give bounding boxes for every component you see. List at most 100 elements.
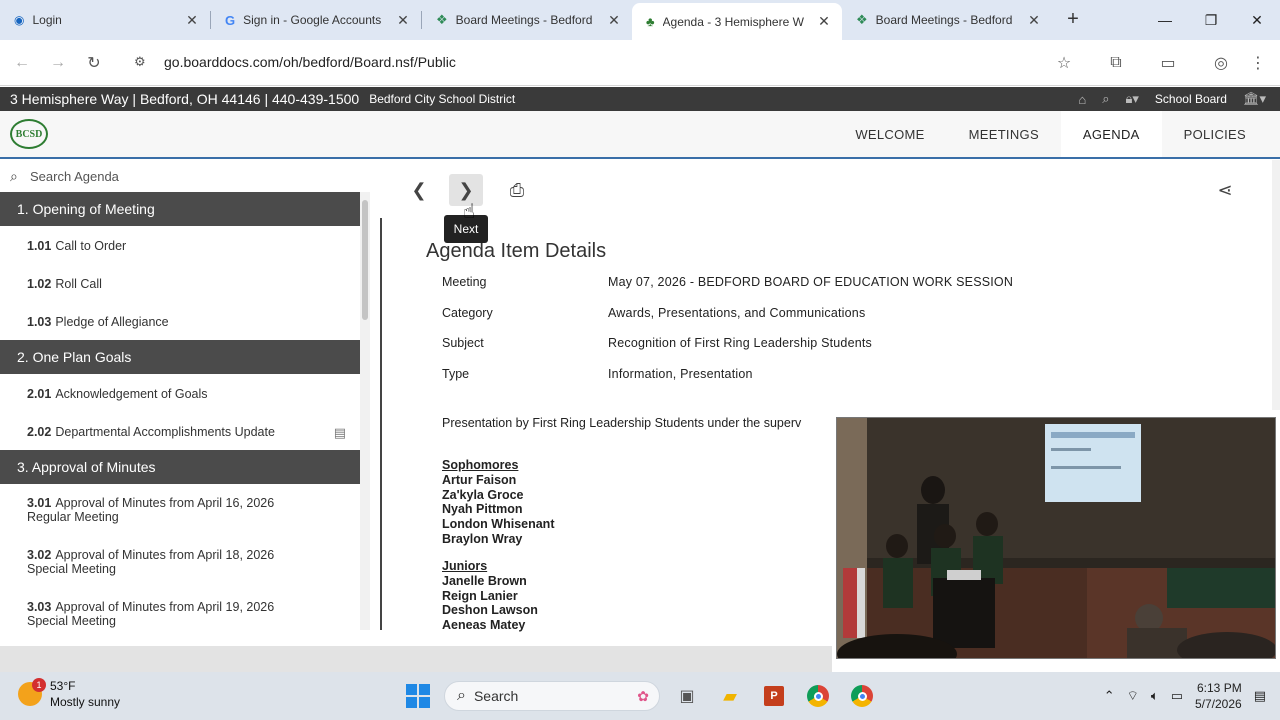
file-explorer-icon[interactable]: ▰ (716, 682, 744, 710)
browser-tab-strip: ◉ Login ✕ G Sign in - Google Accounts ✕ … (0, 0, 1280, 40)
agenda-category-2[interactable]: 2. One Plan Goals (0, 340, 360, 374)
nav-meetings[interactable]: MEETINGS (947, 111, 1061, 157)
search-agenda-input[interactable]: Search Agenda (30, 169, 119, 184)
cast-icon[interactable]: ▭ (1150, 45, 1186, 81)
nav-welcome[interactable]: WELCOME (833, 111, 946, 157)
tab-google-signin[interactable]: G Sign in - Google Accounts ✕ (211, 3, 421, 37)
search-icon: ⌕ (457, 687, 466, 704)
agenda-category-1[interactable]: 1. Opening of Meeting (0, 192, 360, 226)
tab-close-icon[interactable]: ✕ (184, 12, 200, 29)
student-name: Janelle Brown (442, 573, 527, 588)
profile-icon[interactable]: ◎ (1203, 45, 1239, 81)
close-window-icon[interactable]: ✕ (1234, 0, 1280, 40)
agenda-item-2-01[interactable]: 2.01 Acknowledgement of Goals (0, 374, 360, 412)
address-bar[interactable]: ⚙ go.boarddocs.com/oh/bedford/Board.nsf/… (122, 45, 1082, 79)
task-view-icon[interactable]: ▣ (673, 682, 701, 710)
home-icon[interactable]: ⌂ (1078, 92, 1086, 107)
meeting-video-feed[interactable] (836, 417, 1276, 659)
search-highlight-icon: ✿ (637, 687, 649, 704)
agenda-item-3-02[interactable]: 3.02 Approval of Minutes from April 18, 2… (0, 536, 360, 588)
lock-icon[interactable]: 🔒︎▾ (1125, 91, 1138, 107)
boarddocs-favicon-icon: ❖ (856, 12, 868, 27)
agenda-item-1-01[interactable]: 1.01 Call to Order (0, 226, 360, 264)
notifications-icon[interactable]: ▤ (1254, 688, 1266, 704)
site-info-icon[interactable]: ⚙ (134, 54, 156, 70)
search-icon[interactable]: ⌕ (1102, 91, 1109, 107)
bookmark-star-icon[interactable]: ☆ (1046, 45, 1082, 81)
chevron-up-icon[interactable]: ⌃ (1104, 688, 1115, 704)
content-bottom-bar (0, 646, 832, 672)
nav-agenda[interactable]: AGENDA (1060, 111, 1162, 157)
sophomores-list: Sophomores Artur Faison Za'kyla Groce Ny… (442, 458, 554, 547)
building-icon[interactable]: 🏛︎▾ (1243, 91, 1266, 107)
tab-agenda[interactable]: ♣ Agenda - 3 Hemisphere W ✕ (632, 3, 842, 40)
student-name: London Whisenant (442, 517, 555, 532)
tab-title: Sign in - Google Accounts (243, 13, 382, 27)
detail-meeting: Meeting May 07, 2026 - BEDFORD BOARD OF … (442, 275, 1014, 289)
volume-icon[interactable]: 🔈︎ (1151, 688, 1159, 704)
student-name: Aeneas Matey (442, 618, 526, 633)
agenda-item-3-01[interactable]: 3.01 Approval of Minutes from April 16, 2… (0, 484, 360, 536)
detail-subject: Subject Recognition of First Ring Leader… (442, 336, 873, 350)
school-board-label[interactable]: School Board (1155, 92, 1227, 106)
attachment-document-icon: ▤ (333, 425, 346, 440)
detail-type: Type Information, Presentation (442, 367, 753, 381)
site-info-bar: 3 Hemisphere Way | Bedford, OH 44146 | 4… (0, 87, 1280, 111)
content-scrollbar[interactable] (1272, 160, 1280, 410)
agenda-category-3[interactable]: 3. Approval of Minutes (0, 450, 360, 484)
battery-icon[interactable]: ▭ (1171, 688, 1183, 704)
nav-policies[interactable]: POLICIES (1162, 111, 1268, 157)
weather-temperature: 53°F (50, 679, 76, 693)
tab-close-icon[interactable]: ✕ (1026, 12, 1042, 29)
previous-item-button[interactable]: ❮ (402, 174, 436, 206)
tab-board-meetings[interactable]: ❖ Board Meetings - Bedford ✕ (422, 3, 632, 37)
tab-close-icon[interactable]: ✕ (395, 12, 411, 29)
agenda-item-3-03[interactable]: 3.03 Approval of Minutes from April 19, 2… (0, 588, 360, 630)
agenda-item-1-03[interactable]: 1.03 Pledge of Allegiance (0, 302, 360, 340)
restore-icon[interactable]: ❐ (1188, 0, 1234, 40)
share-button[interactable]: ⋖ (1208, 174, 1242, 206)
meeting-video-scene (837, 418, 1275, 658)
menu-kebab-icon[interactable]: ⋮ (1240, 45, 1276, 81)
system-tray: ⌃ ⌔ 🔈︎ ▭ 6:13 PM 5/7/2026 ▤ (1104, 672, 1266, 720)
juniors-heading: Juniors (442, 559, 488, 573)
chrome-icon[interactable] (804, 682, 832, 710)
agenda-item-2-02[interactable]: 2.02 Departmental Accomplishments Update … (0, 412, 360, 450)
district-logo[interactable]: BCSD (10, 119, 48, 149)
chrome-active-icon[interactable] (848, 682, 876, 710)
forward-icon[interactable]: → (40, 45, 76, 81)
extensions-icon[interactable]: ⧉ (1098, 45, 1134, 81)
search-icon: ⌕ (10, 167, 18, 184)
minimize-icon[interactable]: — (1142, 0, 1188, 40)
detail-category: Category Awards, Presentations, and Comm… (442, 306, 866, 320)
share-icon: ⋖ (1217, 179, 1233, 200)
weather-widget[interactable]: 1 53°F Mostly sunny (18, 678, 120, 710)
tab-title: Board Meetings - Bedford (455, 13, 593, 27)
google-favicon-icon: G (225, 12, 236, 28)
print-button[interactable]: ⎙ (500, 174, 534, 206)
student-name: Nyah Pittmon (442, 502, 523, 517)
new-tab-button[interactable]: + (1058, 4, 1088, 34)
tab-title: Agenda - 3 Hemisphere W (662, 14, 804, 29)
clock-date: 5/7/2026 (1194, 697, 1242, 711)
student-name: Za'kyla Groce (442, 487, 524, 502)
tab-close-icon[interactable]: ✕ (816, 13, 832, 30)
juniors-list: Juniors Janelle Brown Reign Lanier Desho… (442, 559, 538, 633)
sidebar-scroll-thumb[interactable] (362, 200, 368, 320)
powerpoint-icon[interactable]: P (760, 682, 788, 710)
agenda-item-1-02[interactable]: 1.02 Roll Call (0, 264, 360, 302)
chevron-right-icon: ❯ (458, 179, 474, 200)
district-address: 3 Hemisphere Way | Bedford, OH 44146 | 4… (10, 91, 360, 107)
tab-board-meetings-2[interactable]: ❖ Board Meetings - Bedford ✕ (842, 3, 1052, 37)
back-icon[interactable]: ← (4, 45, 40, 81)
taskbar-search[interactable]: ⌕ Search ✿ (444, 681, 660, 711)
wifi-icon[interactable]: ⌔ (1127, 688, 1139, 704)
reload-icon[interactable]: ↻ (76, 45, 112, 81)
tab-login[interactable]: ◉ Login ✕ (0, 3, 210, 37)
site-nav: BCSD WELCOME MEETINGS AGENDA POLICIES (0, 111, 1280, 159)
windows-start-icon[interactable] (404, 682, 432, 710)
system-clock[interactable]: 6:13 PM 5/7/2026 (1195, 680, 1242, 712)
agenda-search[interactable]: ⌕ Search Agenda (0, 160, 370, 192)
tab-close-icon[interactable]: ✕ (606, 12, 622, 29)
tab-favicon-icon: ◉ (14, 13, 25, 27)
